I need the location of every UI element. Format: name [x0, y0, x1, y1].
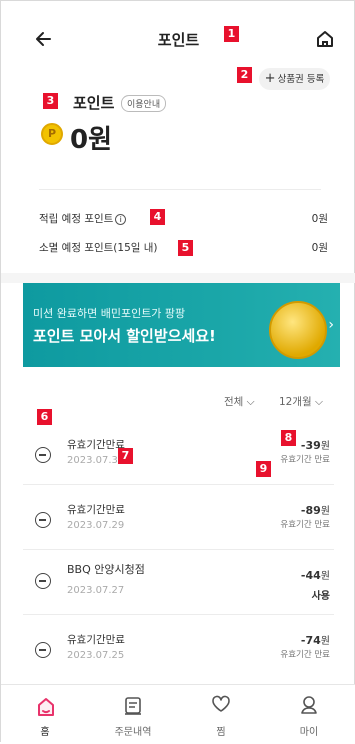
register-voucher-button[interactable]: + 상품권 등록	[259, 68, 330, 90]
minus-circle-icon	[35, 447, 51, 463]
history-status: 유효기간 만료	[280, 520, 330, 530]
annotation-badge-4: 4	[150, 209, 165, 225]
accrual-row-label: 적립 예정 포인트 i	[39, 211, 127, 226]
history-status: 유효기간 만료	[280, 455, 330, 465]
period-filter[interactable]: 12개월 ⌵	[279, 394, 323, 409]
amount-unit: 원	[320, 441, 330, 452]
page-title: 포인트	[157, 31, 200, 49]
annotation-badge-7: 7	[118, 448, 133, 464]
history-name: 유효기간만료	[67, 439, 125, 451]
history-name: 유효기간만료	[67, 504, 125, 516]
amount-number: -39	[300, 439, 321, 452]
history-name: 유효기간만료	[67, 634, 125, 646]
bottom-tab-bar: 홈 주문내역 찜 마이	[1, 684, 355, 743]
minus-circle-icon	[35, 642, 51, 658]
expiry-label: 소멸 예정 포인트(15일 내)	[39, 242, 158, 254]
history-amount: -89원	[301, 502, 330, 517]
period-filter-label: 12개월	[279, 396, 312, 408]
banner-title: 포인트 모아서 할인받으세요!	[33, 327, 216, 345]
history-status: 사용	[311, 591, 330, 602]
annotation-badge-6: 6	[37, 409, 52, 425]
annotation-badge-3: 3	[43, 93, 58, 109]
tab-label: 주문내역	[114, 727, 152, 738]
points-heading: 포인트	[73, 94, 115, 112]
amount-number: -89	[300, 504, 321, 517]
chevron-down-icon: ⌵	[315, 396, 323, 408]
history-item[interactable]: 유효기간만료 2023.07.31 -39원 유효기간 만료	[1, 433, 355, 497]
annotation-badge-9: 9	[256, 461, 271, 477]
type-filter[interactable]: 전체 ⌵	[224, 394, 255, 409]
receipt-icon	[125, 697, 141, 715]
annotation-badge-2: 2	[237, 67, 252, 83]
history-item[interactable]: 유효기간만료 2023.07.25 -74원 유효기간 만료	[1, 628, 355, 692]
home-icon[interactable]	[314, 28, 336, 50]
history-item[interactable]: BBQ 안양시청점 2023.07.27 -44원 사용	[1, 563, 355, 627]
screen: 포인트 1 2 + 상품권 등록 3 포인트 이용안내 P 0원 적립 예정 포인…	[0, 0, 355, 743]
expiry-value: 0원	[311, 242, 328, 254]
history-date: 2023.07.25	[67, 650, 125, 661]
section-separator	[1, 273, 355, 283]
divider	[39, 189, 321, 190]
gold-coin-icon	[269, 301, 327, 359]
points-balance: 0원	[70, 125, 113, 155]
register-voucher-label: 상품권 등록	[277, 74, 325, 85]
info-icon[interactable]: i	[115, 213, 127, 225]
tab-label: 홈	[40, 727, 50, 738]
history-amount: -74원	[301, 632, 330, 647]
user-icon	[301, 696, 317, 714]
amount-number: -74	[300, 634, 321, 647]
minus-circle-icon	[35, 573, 51, 589]
chevron-right-icon: ›	[328, 317, 334, 333]
divider	[23, 614, 334, 615]
plus-icon: +	[264, 71, 276, 86]
annotation-badge-8: 8	[281, 430, 296, 446]
divider	[23, 549, 334, 550]
accrual-label: 적립 예정 포인트	[39, 213, 114, 225]
usage-guide-button[interactable]: 이용안내	[121, 95, 167, 112]
amount-unit: 원	[320, 506, 330, 517]
minus-circle-icon	[35, 512, 51, 528]
chevron-down-icon: ⌵	[246, 396, 255, 408]
history-date: 2023.07.31	[67, 455, 125, 466]
history-name: BBQ 안양시청점	[67, 563, 145, 576]
history-date: 2023.07.29	[67, 520, 125, 531]
tab-favorites[interactable]: 찜	[177, 685, 265, 744]
banner-subtitle: 미션 완료하면 배민포인트가 팡팡	[33, 307, 186, 320]
tab-my[interactable]: 마이	[265, 685, 353, 744]
accrual-value: 0원	[311, 213, 328, 225]
tab-label: 찜	[216, 727, 226, 738]
history-status: 유효기간 만료	[280, 650, 330, 660]
history-date: 2023.07.27	[67, 585, 125, 596]
divider	[23, 484, 334, 485]
promo-banner[interactable]: 미션 완료하면 배민포인트가 팡팡 포인트 모아서 할인받으세요! ›	[23, 283, 340, 367]
history-amount: -39원	[301, 437, 330, 452]
tab-home[interactable]: 홈	[1, 685, 89, 744]
history-item[interactable]: 유효기간만료 2023.07.29 -89원 유효기간 만료	[1, 498, 355, 562]
amount-unit: 원	[320, 571, 330, 582]
heart-icon	[212, 695, 230, 712]
point-coin-icon: P	[41, 123, 63, 145]
home-icon	[38, 698, 54, 716]
tab-orders[interactable]: 주문내역	[89, 685, 177, 744]
top-bar: 포인트	[1, 19, 355, 59]
history-amount: -44원	[301, 567, 330, 582]
tab-label: 마이	[299, 727, 319, 738]
amount-unit: 원	[320, 636, 330, 647]
annotation-badge-1: 1	[224, 26, 239, 42]
annotation-badge-5: 5	[178, 240, 193, 256]
type-filter-label: 전체	[224, 396, 244, 408]
amount-number: -44	[300, 569, 321, 582]
